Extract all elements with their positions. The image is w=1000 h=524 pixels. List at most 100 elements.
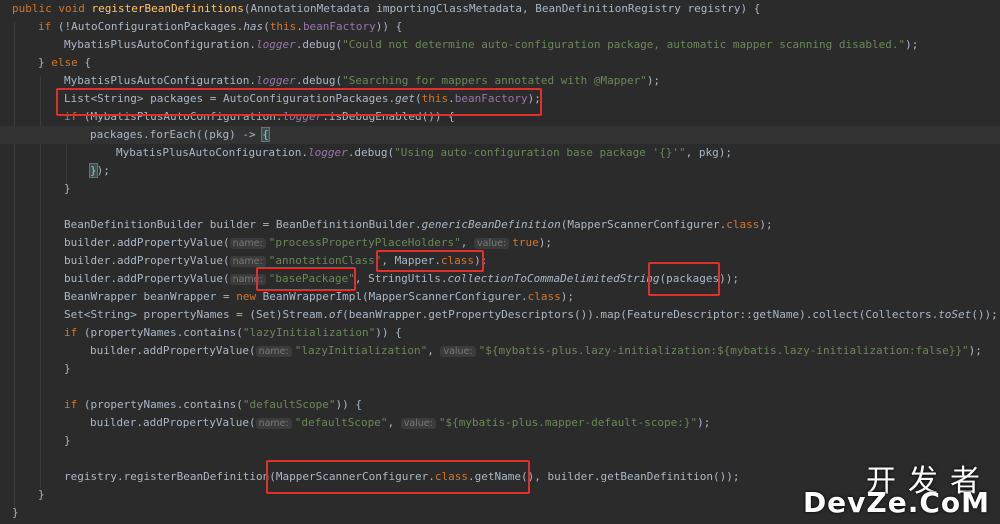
code-text: builder.addPropertyValue( xyxy=(64,254,230,267)
highlight-box-packages-arg xyxy=(648,262,720,296)
code-text: MybatisPlusAutoConfiguration. xyxy=(64,74,257,87)
code-text: BeanWrapper beanWrapper = xyxy=(64,290,237,303)
keyword: public xyxy=(12,2,52,15)
static-field: logger xyxy=(308,146,348,159)
parameter-hint: name: xyxy=(255,346,292,357)
code-text: ()); xyxy=(971,308,998,321)
code-text: } xyxy=(64,362,71,375)
code-text: Set<String> propertyNames = (Set)Stream. xyxy=(64,308,329,321)
code-text: )) { xyxy=(335,398,363,411)
code-text: ); xyxy=(759,218,773,231)
code-text: )) { xyxy=(375,20,403,33)
parameter-hint: name: xyxy=(229,256,266,267)
code-line-23[interactable]: } xyxy=(64,432,71,450)
code-line-19[interactable]: builder.addPropertyValue(name: "lazyIniti… xyxy=(90,342,982,360)
code-text: ); xyxy=(968,344,982,357)
string-literal: "Searching for mappers annotated with @M… xyxy=(342,74,647,87)
matched-brace: { xyxy=(261,127,270,142)
code-line-25[interactable]: } xyxy=(38,486,45,504)
code-text: ); xyxy=(96,164,110,177)
parameter-hint: name: xyxy=(229,238,266,249)
keyword: if xyxy=(64,326,78,339)
keyword: else xyxy=(51,56,78,69)
code-text: } xyxy=(38,488,45,501)
code-text: ); xyxy=(697,416,711,429)
parameter-hint: value: xyxy=(440,346,476,357)
code-text: BeanDefinitionBuilder builder = BeanDefi… xyxy=(64,218,422,231)
watermark-logo: 开发者 DevZe.CoM xyxy=(803,456,992,520)
code-text: (AnnotationMetadata importingClassMetada… xyxy=(243,2,761,15)
static-call: collectionToCommaDelimitedString xyxy=(447,272,660,285)
keyword: class xyxy=(527,290,561,303)
code-text: builder.addPropertyValue( xyxy=(64,272,230,285)
indent-guide xyxy=(14,22,15,508)
keyword: void xyxy=(58,2,85,15)
code-text: builder.addPropertyValue( xyxy=(64,236,230,249)
string-literal: "annotationClass" xyxy=(268,254,382,267)
string-literal: "Using auto-configuration base package '… xyxy=(394,146,686,159)
code-line-18[interactable]: if (propertyNames.contains("lazyInitiali… xyxy=(64,324,402,342)
code-line-1[interactable]: public void registerBeanDefinitions(Anno… xyxy=(12,0,760,18)
code-text: packages.forEach((pkg) -> xyxy=(90,128,263,141)
code-line-21[interactable]: if (propertyNames.contains("defaultScope… xyxy=(64,396,362,414)
keyword: this xyxy=(269,20,297,33)
code-line-22[interactable]: builder.addPropertyValue(name: "defaultSc… xyxy=(90,414,710,432)
code-text: (propertyNames.contains( xyxy=(77,326,243,339)
code-text: builder.addPropertyValue( xyxy=(90,344,256,357)
code-text: .debug( xyxy=(347,146,395,159)
code-line-2[interactable]: if (!AutoConfigurationPackages.has(this.… xyxy=(38,18,402,36)
code-line-9[interactable]: MybatisPlusAutoConfiguration.logger.debu… xyxy=(116,144,732,162)
code-line-4[interactable]: } else { xyxy=(38,54,91,72)
highlight-box-base-package xyxy=(256,267,356,291)
code-line-8-current[interactable]: packages.forEach((pkg) -> { xyxy=(0,126,1000,144)
string-literal: "${mybatis-plus.lazy-initialization:${my… xyxy=(478,344,969,357)
highlight-box-annotation-class xyxy=(376,250,484,272)
keyword: new xyxy=(236,290,257,303)
code-text: } xyxy=(38,56,52,69)
code-text: .debug( xyxy=(295,74,343,87)
code-line-20[interactable]: } xyxy=(64,360,71,378)
static-field: logger xyxy=(256,38,296,51)
highlight-box-packages-declaration xyxy=(56,88,542,116)
code-line-26[interactable]: } xyxy=(12,504,19,522)
code-line-15[interactable]: builder.addPropertyValue(name: "basePacka… xyxy=(64,270,739,288)
code-text: (!AutoConfigurationPackages. xyxy=(51,20,244,33)
code-text: ); xyxy=(646,74,661,87)
code-text: ); xyxy=(560,290,574,303)
code-text: } xyxy=(64,182,71,195)
keyword: class xyxy=(726,218,760,231)
static-call: toSet xyxy=(938,308,972,321)
code-text: , StringUtils. xyxy=(354,272,448,285)
code-editor[interactable]: public void registerBeanDefinitions(Anno… xyxy=(0,0,1000,524)
code-text: } xyxy=(12,506,19,519)
code-line-11[interactable]: } xyxy=(64,180,71,198)
code-text: . xyxy=(296,20,303,33)
code-line-10[interactable]: }); xyxy=(89,162,110,180)
field: beanFactory xyxy=(302,20,376,33)
code-text: (MapperScannerConfigurer. xyxy=(560,218,727,231)
highlight-box-scanner-configurer xyxy=(266,460,530,494)
static-call: has xyxy=(243,20,264,33)
string-literal: "lazyInitialization" xyxy=(294,344,428,357)
parameter-hint: value: xyxy=(474,238,510,249)
watermark-english-text: DevZe.CoM xyxy=(802,486,990,519)
code-line-12[interactable]: BeanDefinitionBuilder builder = BeanDefi… xyxy=(64,216,773,234)
method-name: registerBeanDefinitions xyxy=(91,2,244,15)
code-text: MybatisPlusAutoConfiguration. xyxy=(64,38,257,51)
string-literal: "${mybatis-plus.mapper-default-scope:}" xyxy=(438,416,698,429)
keyword: if xyxy=(64,398,78,411)
code-text: , xyxy=(387,416,401,429)
static-field: logger xyxy=(256,74,296,87)
code-text: , pkg); xyxy=(685,146,732,159)
code-text: (beanWrapper.getPropertyDescriptors()).m… xyxy=(342,308,939,321)
code-text: MybatisPlusAutoConfiguration. xyxy=(116,146,309,159)
code-text: ); xyxy=(538,236,552,249)
code-text: , xyxy=(460,236,475,249)
code-text: builder.addPropertyValue( xyxy=(90,416,256,429)
code-line-3[interactable]: MybatisPlusAutoConfiguration.logger.debu… xyxy=(64,36,918,54)
code-line-17[interactable]: Set<String> propertyNames = (Set)Stream.… xyxy=(64,306,998,324)
code-text: } xyxy=(64,434,71,447)
string-literal: "processPropertyPlaceHolders" xyxy=(268,236,461,249)
code-text: ); xyxy=(905,38,919,51)
code-text: )) { xyxy=(375,326,402,339)
